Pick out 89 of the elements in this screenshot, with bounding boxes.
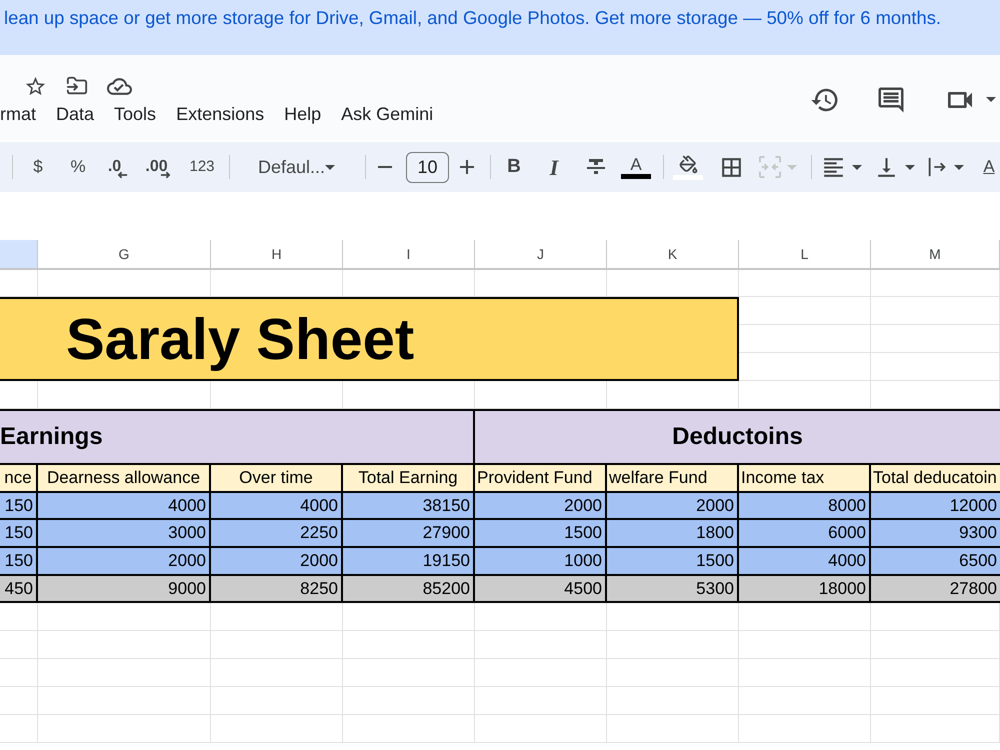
- currency-button[interactable]: $: [18, 149, 58, 185]
- caret-icon: [852, 164, 862, 170]
- table-cell: 3000: [38, 520, 211, 548]
- column-header[interactable]: K: [607, 240, 739, 270]
- table-cell: 1000: [475, 548, 607, 576]
- column-label-cell: Total Earning: [343, 465, 475, 493]
- folder-arrow-icon[interactable]: [66, 75, 88, 97]
- caret-icon: [787, 164, 797, 170]
- text-rotation-button[interactable]: A: [980, 149, 998, 185]
- table-cell: 38150: [343, 493, 475, 520]
- increase-decimal-button[interactable]: .00: [138, 149, 178, 185]
- font-size-field[interactable]: 10: [406, 152, 449, 182]
- arrow-right-icon: [160, 171, 171, 179]
- table-cell: 2000: [475, 493, 607, 520]
- title-cell: Saraly Sheet: [0, 297, 739, 381]
- arrow-left-icon: [117, 171, 128, 179]
- column-header[interactable]: I: [343, 240, 475, 270]
- table-cell: 1500: [475, 520, 607, 548]
- empty-cell: [0, 631, 38, 659]
- table-cell: 6500: [871, 548, 1000, 576]
- table-cell: 150: [0, 493, 38, 520]
- table-cell: 150: [0, 548, 38, 576]
- star-icon[interactable]: [24, 74, 47, 98]
- menu-item[interactable]: Extensions: [176, 102, 264, 126]
- text-color-button[interactable]: A: [616, 149, 656, 185]
- table-cell: 4000: [211, 493, 343, 520]
- column-label-cell: welfare Fund: [607, 465, 739, 493]
- column-label-cell: Over time: [211, 465, 343, 493]
- table-cell: 8250: [211, 576, 343, 603]
- table-cell: 1800: [607, 520, 739, 548]
- group-header-cell: Earnings: [0, 409, 475, 465]
- table-cell: 2250: [211, 520, 343, 548]
- table-cell: 18000: [739, 576, 871, 603]
- table-cell: 85200: [343, 576, 475, 603]
- column-label-cell: Total deducatoin: [871, 465, 1000, 493]
- plus-icon: [460, 160, 474, 174]
- empty-cell: [0, 659, 38, 687]
- column-header[interactable]: M: [871, 240, 1000, 270]
- table-cell: 19150: [343, 548, 475, 576]
- comment-icon[interactable]: [876, 84, 906, 114]
- group-header-cell: Deductoins: [475, 409, 1000, 465]
- promo-text: lean up space or get more storage for Drive, Gmail, and Google Photos. Get more storage — 50% off for 6 months.: [4, 7, 942, 28]
- table-cell: 4000: [38, 493, 211, 520]
- caret-icon: [325, 164, 336, 170]
- number-format-button[interactable]: 123: [178, 149, 226, 185]
- column-label-cell: Dearness allowance: [38, 465, 211, 493]
- menu-item[interactable]: Ask Gemini: [341, 102, 434, 126]
- bold-button[interactable]: B: [494, 149, 534, 185]
- table-cell: 9300: [871, 520, 1000, 548]
- column-header[interactable]: H: [211, 240, 343, 270]
- column-label-cell: nce: [0, 465, 38, 493]
- table-cell: 2000: [38, 548, 211, 576]
- menu-item[interactable]: Tools: [114, 102, 156, 126]
- table-cell: 2000: [211, 548, 343, 576]
- wrap-arrow-icon: [926, 156, 948, 178]
- font-dropdown[interactable]: Defaul...: [238, 149, 352, 185]
- minus-icon: [378, 166, 392, 168]
- caret-icon[interactable]: [986, 97, 996, 102]
- table-cell: 450: [0, 576, 38, 603]
- table-cell: 6000: [739, 520, 871, 548]
- caret-icon: [904, 164, 914, 170]
- menu-item[interactable]: Data: [56, 102, 94, 126]
- caret-icon: [954, 164, 964, 170]
- column-header[interactable]: L: [739, 240, 871, 270]
- column-label-cell: Income tax: [739, 465, 871, 493]
- column-label-cell: Provident Fund: [475, 465, 607, 493]
- table-cell: 27800: [871, 576, 1000, 603]
- paint-bucket-icon: [678, 154, 698, 174]
- table-cell: 4500: [475, 576, 607, 603]
- table-cell: 27900: [343, 520, 475, 548]
- menu-item[interactable]: rmat: [0, 102, 36, 126]
- menu-item[interactable]: Help: [284, 102, 322, 126]
- italic-button[interactable]: I: [534, 149, 574, 185]
- table-cell: 5300: [607, 576, 739, 603]
- percent-button[interactable]: %: [58, 149, 98, 185]
- table-cell: 1500: [607, 548, 739, 576]
- empty-cell: [0, 603, 38, 631]
- table-cell: 8000: [739, 493, 871, 520]
- column-header[interactable]: G: [38, 240, 211, 270]
- table-cell: 2000: [607, 493, 739, 520]
- merge-icon: [759, 156, 781, 178]
- table-cell: 9000: [38, 576, 211, 603]
- decrease-decimal-button[interactable]: .0: [98, 149, 138, 185]
- empty-cell: [0, 715, 38, 743]
- table-cell: 4000: [739, 548, 871, 576]
- table-cell: 150: [0, 520, 38, 548]
- table-cell: 12000: [871, 493, 1000, 520]
- empty-cell: [0, 687, 38, 715]
- column-header[interactable]: J: [475, 240, 607, 270]
